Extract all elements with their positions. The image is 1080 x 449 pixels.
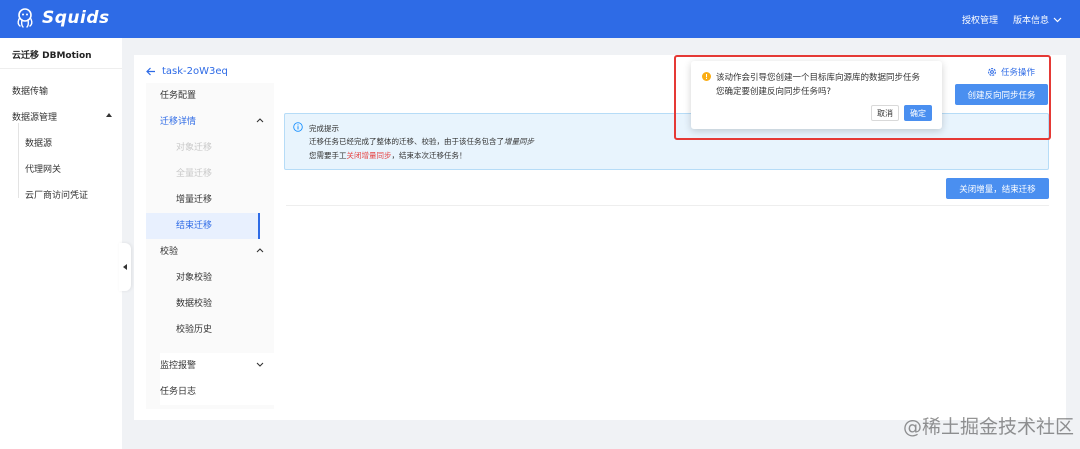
watermark: @稀土掘金技术社区 — [903, 416, 1075, 438]
task-title: task-2oW3eq — [162, 66, 228, 77]
tab-end-migration[interactable]: 结束迁移 — [146, 213, 260, 239]
tab-task-log[interactable]: 任务日志 — [160, 379, 274, 405]
chevron-up-icon — [256, 248, 264, 253]
sidebar-item-data-transfer[interactable]: 数据传输 — [12, 84, 48, 97]
tab-label: 监控报警 — [160, 361, 197, 371]
chevron-up-icon — [256, 118, 264, 123]
alert-title: 完成提示 — [309, 124, 339, 133]
tab-label: 校验 — [160, 247, 179, 257]
brand-name: Squids — [42, 8, 110, 28]
nav-version-label: 版本信息 — [1013, 16, 1050, 26]
sidebar-item-label: 数据源管理 — [12, 113, 58, 123]
caret-left-icon — [123, 264, 127, 270]
sidebar: 云迁移 DBMotion 数据传输 数据源管理 数据源 代理网关 云厂商访问凭证 — [0, 38, 122, 449]
confirm-popover: 该动作会引导您创建一个目标库向源库的数据同步任务 您确定要创建反向同步任务吗? … — [691, 61, 942, 129]
alert-text: ，结束本次迁移任务！ — [391, 151, 467, 160]
tab-task-config[interactable]: 任务配置 — [160, 83, 274, 109]
sidebar-item-cloud-credentials[interactable]: 云厂商访问凭证 — [25, 188, 88, 201]
arrow-left-icon — [146, 67, 155, 76]
alert-text: 您需要手工 — [309, 151, 347, 160]
popover-message-line1: 该动作会引导您创建一个目标库向源库的数据同步任务 — [716, 73, 921, 83]
logo[interactable]: Squids — [14, 7, 110, 29]
alert-text: 迁移任务已经完成了整体的迁移、校验，由于该任务包含了 — [309, 137, 504, 146]
create-reverse-sync-button[interactable]: 创建反向同步任务 — [955, 84, 1048, 105]
sidebar-tree-line — [18, 123, 19, 198]
info-icon — [293, 122, 303, 132]
tab-verification-history[interactable]: 校验历史 — [146, 317, 260, 343]
chevron-down-icon — [1053, 17, 1062, 22]
tab-object-migration: 对象迁移 — [176, 143, 213, 153]
nav-license-management[interactable]: 授权管理 — [962, 13, 998, 26]
close-incremental-button[interactable]: 关闭增量，结束迁移 — [946, 178, 1049, 199]
caret-up-icon[interactable] — [106, 113, 112, 117]
warning-icon — [702, 72, 711, 81]
popover-message-line2: 您确定要创建反向同步任务吗? — [716, 87, 832, 97]
tab-data-verification[interactable]: 数据校验 — [146, 291, 260, 317]
sidebar-item-datasource-management[interactable]: 数据源管理 — [12, 110, 57, 123]
tab-migration-details[interactable]: 迁移详情 — [160, 109, 274, 135]
tab-incremental-migration[interactable]: 增量迁移 — [146, 187, 260, 213]
task-operations-label: 任务操作 — [1001, 68, 1036, 78]
task-operations-link[interactable]: 任务操作 — [987, 66, 1035, 78]
cancel-button[interactable]: 取消 — [871, 105, 899, 121]
tab-verification[interactable]: 校验 — [160, 239, 274, 265]
tab-monitor-alert[interactable]: 监控报警 — [160, 353, 274, 379]
confirm-button[interactable]: 确定 — [904, 105, 932, 121]
octopus-logo-icon — [17, 8, 33, 28]
sidebar-divider — [0, 68, 122, 69]
tab-label: 迁移详情 — [160, 117, 197, 127]
sidebar-collapse-handle[interactable] — [119, 243, 131, 291]
sidebar-item-proxy-gateway[interactable]: 代理网关 — [25, 162, 61, 175]
sidebar-title: 云迁移 DBMotion — [12, 51, 92, 61]
alert-emphasis: 增量同步 — [504, 137, 534, 146]
top-navbar: Squids 授权管理 版本信息 — [0, 0, 1080, 38]
back-link[interactable]: task-2oW3eq — [146, 66, 228, 77]
alert-message-line2: 您需要手工关闭增量同步，结束本次迁移任务！ — [309, 150, 467, 161]
gear-icon — [988, 68, 996, 76]
alert-highlight-text: 关闭增量同步 — [346, 151, 392, 160]
tab-object-verification[interactable]: 对象校验 — [146, 265, 260, 291]
tab-full-migration: 全量迁移 — [176, 169, 213, 179]
chevron-down-icon — [256, 362, 264, 367]
alert-message-line1: 迁移任务已经完成了整体的迁移、校验，由于该任务包含了增量同步 — [309, 136, 534, 147]
nav-version-info[interactable]: 版本信息 — [1013, 13, 1062, 26]
task-subnav: 任务配置 迁移详情 对象迁移 全量迁移 增量迁移 结束迁移 校验 对象校验 数据… — [146, 83, 274, 409]
sidebar-item-datasource[interactable]: 数据源 — [25, 136, 52, 149]
content-divider — [286, 205, 1049, 206]
